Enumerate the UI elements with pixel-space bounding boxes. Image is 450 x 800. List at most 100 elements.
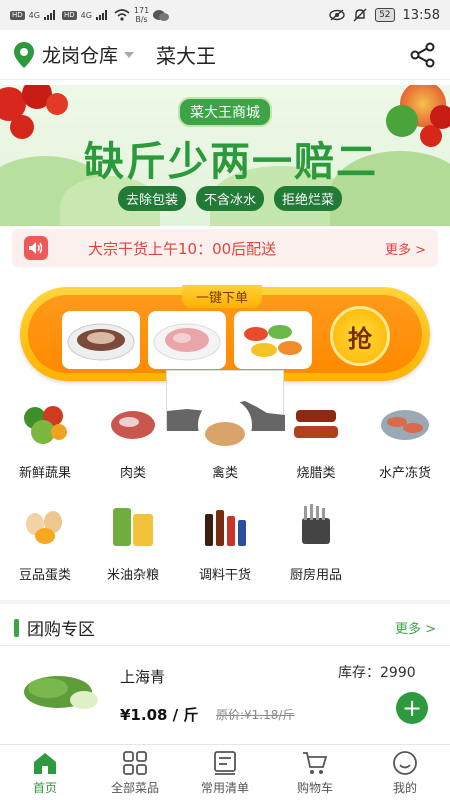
category-item[interactable]: 厨房用品	[272, 500, 360, 583]
banner-tag: 菜大王商城	[178, 97, 272, 127]
app-header: 龙岗仓库 菜大王	[0, 30, 450, 80]
bok-choy-image	[24, 676, 98, 709]
sim2-badge: HD	[61, 10, 77, 20]
tab-common-list[interactable]: 常用清单	[180, 745, 270, 800]
banner-pill: 拒绝烂菜	[274, 186, 343, 211]
list-icon	[214, 750, 236, 775]
kitchenware-icon	[286, 500, 346, 554]
section-divider	[0, 600, 450, 604]
group-buy-more-link[interactable]: 更多 >	[395, 618, 436, 637]
eggs-icon	[15, 500, 75, 554]
category-label: 厨房用品	[289, 568, 342, 583]
warehouse-selector[interactable]: 龙岗仓库	[42, 41, 118, 68]
category-label: 新鲜蔬果	[18, 466, 71, 481]
tab-all-dishes[interactable]: 全部菜品	[90, 745, 180, 800]
location-pin-icon	[14, 41, 34, 68]
cart-icon	[303, 751, 328, 774]
promo-banner[interactable]: 菜大王商城 缺斤少两一赔二 去除包装 不含冰水 拒绝烂菜	[0, 85, 450, 226]
network-speed: 171 B/s	[133, 6, 150, 24]
group-buy-title: 团购专区	[27, 620, 95, 640]
rice-oil-icon	[103, 500, 163, 554]
category-label: 禽类	[211, 466, 238, 481]
wechat-icon	[153, 9, 170, 21]
product-original-price: 原价:¥1.18/斤	[216, 708, 295, 722]
category-label: 调料干货	[198, 568, 251, 583]
wifi-icon	[114, 9, 130, 21]
cherry-icon	[46, 93, 68, 115]
dish-thumbnail[interactable]	[62, 311, 140, 369]
battery-level: 52	[375, 8, 395, 22]
vegetables-icon	[15, 398, 75, 452]
tab-home[interactable]: 首页	[0, 745, 90, 800]
add-to-cart-button[interactable]: +	[396, 692, 428, 724]
network2-label: 4G	[80, 10, 92, 20]
product-stock: 库存：2990	[338, 665, 416, 681]
category-item[interactable]: 豆品蛋类	[1, 500, 89, 583]
eye-off-icon	[329, 9, 345, 21]
mute-bell-icon	[353, 8, 367, 22]
dish-thumbnail[interactable]	[234, 311, 312, 369]
group-buy-header: 团购专区 更多 >	[0, 610, 450, 646]
vegetable-bowls-icon	[244, 325, 302, 357]
category-label: 水产冻货	[378, 466, 431, 481]
poultry-icon	[195, 398, 255, 452]
tab-label: 我的	[392, 780, 417, 795]
product-name: 上海青	[120, 668, 166, 686]
category-label: 烧腊类	[296, 466, 336, 481]
tab-profile[interactable]: 我的	[360, 745, 450, 800]
category-label: 米油杂粮	[106, 568, 159, 583]
category-item[interactable]: 米油杂粮	[89, 500, 177, 583]
leaf-icon	[386, 105, 418, 137]
banner-title: 缺斤少两一赔二	[84, 139, 378, 185]
clock: 13:58	[402, 7, 440, 23]
roast-meat-icon	[286, 398, 346, 452]
category-label: 豆品蛋类	[18, 568, 71, 583]
meat-icon	[103, 398, 163, 452]
product-price: ¥1.08 / 斤	[120, 706, 199, 724]
profile-icon	[393, 750, 417, 775]
sliced-meat-plate-icon	[67, 323, 135, 361]
category-item[interactable]: 禽类	[181, 398, 269, 481]
sim1-badge: HD	[10, 10, 25, 20]
banner-pill: 去除包装	[118, 186, 187, 211]
chevron-down-icon[interactable]	[124, 51, 135, 58]
grab-button[interactable]: 抢	[330, 306, 390, 366]
tab-label: 常用清单	[200, 780, 249, 795]
network1-label: 4G	[28, 10, 40, 20]
share-icon[interactable]	[410, 42, 436, 68]
one-key-order-title: 一键下单	[182, 285, 263, 308]
category-item[interactable]: 肉类	[89, 398, 177, 481]
notice-more-link[interactable]: 更多 >	[385, 239, 426, 258]
home-icon	[34, 752, 56, 774]
speaker-icon	[24, 236, 48, 260]
banner-pill: 不含冰水	[196, 186, 265, 211]
grab-label: 抢	[348, 324, 372, 353]
category-item[interactable]: 烧腊类	[272, 398, 360, 481]
pork-plate-icon	[153, 323, 221, 361]
dish-thumbnail[interactable]	[148, 311, 226, 369]
tab-label: 购物车	[296, 780, 333, 795]
category-item[interactable]: 新鲜蔬果	[1, 398, 89, 481]
signal-icon	[95, 10, 107, 20]
product-card[interactable]: 上海青 库存：2990 ¥1.08 / 斤 原价:¥1.18/斤 +	[0, 650, 450, 740]
grid-icon	[123, 750, 147, 775]
bottom-tab-bar: 首页 全部菜品 常用清单 购物车 我的	[0, 744, 450, 800]
shop-name: 菜大王	[156, 44, 217, 68]
seafood-icon	[375, 398, 435, 452]
tab-label: 全部菜品	[110, 780, 159, 795]
cherry-icon	[10, 115, 34, 139]
category-item[interactable]: 调料干货	[181, 500, 269, 583]
category-item[interactable]: 水产冻货	[361, 398, 449, 481]
notice-bar[interactable]: 大宗干货上午10：00后配送 更多 >	[12, 229, 438, 267]
seasoning-icon	[195, 500, 255, 554]
status-bar: HD 4G HD 4G 171 B/s 52 13:58	[0, 0, 450, 30]
tab-cart[interactable]: 购物车	[270, 745, 360, 800]
notice-text: 大宗干货上午10：00后配送	[88, 239, 277, 258]
tab-label: 首页	[32, 780, 57, 795]
cherry-icon	[430, 105, 450, 129]
section-accent-bar	[14, 618, 19, 637]
category-label: 肉类	[119, 466, 146, 481]
banner-pills: 去除包装 不含冰水 拒绝烂菜	[118, 186, 343, 211]
one-key-order-panel[interactable]: 抢 一键下单	[20, 285, 430, 381]
signal-icon	[43, 10, 55, 20]
